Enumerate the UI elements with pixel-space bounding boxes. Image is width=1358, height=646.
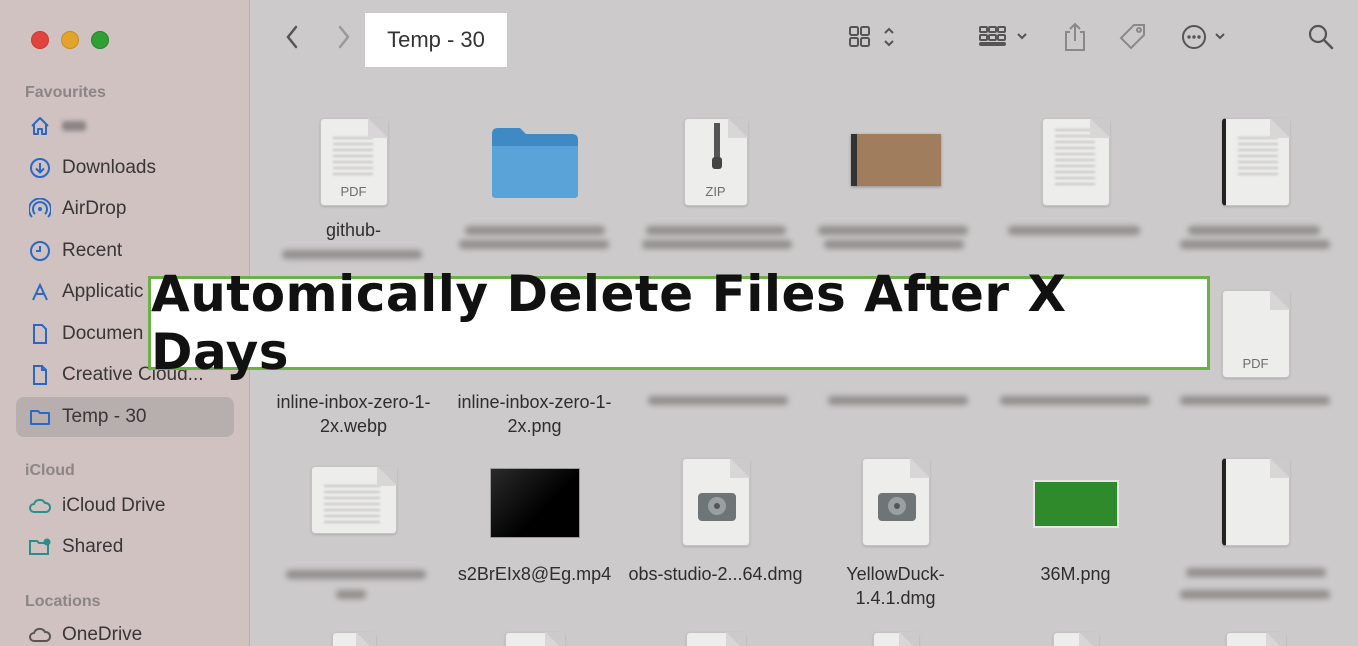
sidebar-item-shared[interactable]: Shared <box>16 527 234 567</box>
file-item[interactable] <box>1168 80 1343 270</box>
image-file-item[interactable]: 36M.png <box>988 450 1163 646</box>
file-item[interactable] <box>447 628 622 646</box>
share-button[interactable] <box>1060 22 1090 56</box>
folder-item[interactable] <box>447 80 622 270</box>
chevron-right-icon <box>336 24 352 55</box>
file-item[interactable] <box>988 628 1163 646</box>
sidebar-item-temp-30[interactable]: Temp - 30 <box>16 397 234 437</box>
file-item[interactable] <box>808 628 983 646</box>
image-thumbnail <box>1032 480 1119 528</box>
applications-icon <box>28 280 52 304</box>
file-item[interactable] <box>1168 628 1343 646</box>
folder-icon <box>490 124 580 205</box>
file-icon <box>28 363 52 387</box>
download-icon <box>28 156 52 180</box>
file-item[interactable]: PDF github- <box>266 80 441 270</box>
dmg-file-item[interactable]: obs-studio-2...64.dmg <box>628 450 803 646</box>
document-icon <box>310 466 397 534</box>
zoom-button[interactable] <box>91 31 109 49</box>
cloud-icon <box>28 494 52 518</box>
view-mode-button[interactable] <box>848 22 902 56</box>
sidebar-section-locations: Locations <box>25 593 101 610</box>
file-item[interactable] <box>628 628 803 646</box>
clock-icon <box>28 239 52 263</box>
pdf-file-icon: PDF <box>319 118 388 206</box>
file-name: inline-inbox-zero-1-2x.webp <box>276 392 431 436</box>
sidebar-item-onedrive[interactable]: OneDrive <box>16 615 234 646</box>
traffic-lights <box>31 31 109 49</box>
sidebar-item-label: Applicatic <box>62 281 144 302</box>
sidebar-item-label: Downloads <box>62 157 156 178</box>
airdrop-icon <box>28 197 52 221</box>
disk-image-icon <box>681 458 750 546</box>
folder-icon <box>28 405 52 429</box>
minimize-button[interactable] <box>61 31 79 49</box>
sidebar-item-home[interactable] <box>16 106 234 146</box>
file-name: s2BrEIx8@Eg.mp4 <box>457 564 612 584</box>
grid-view-icon <box>848 24 902 55</box>
group-icon <box>978 24 1032 55</box>
zip-file-item[interactable]: ZIP <box>628 80 803 270</box>
zip-file-icon: ZIP <box>683 118 748 206</box>
home-icon <box>28 114 52 138</box>
document-icon <box>1221 118 1290 206</box>
more-actions-button[interactable] <box>1178 22 1234 56</box>
sidebar-item-downloads[interactable]: Downloads <box>16 148 234 188</box>
sidebar-item-label: AirDrop <box>62 198 127 219</box>
cloud-icon <box>28 623 52 646</box>
ellipsis-circle-icon <box>1178 23 1234 56</box>
window-title: Temp - 30 <box>365 13 507 67</box>
close-button[interactable] <box>31 31 49 49</box>
back-button[interactable] <box>280 22 304 56</box>
sidebar-item-label: Temp - 30 <box>62 406 147 427</box>
sidebar-item-airdrop[interactable]: AirDrop <box>16 189 234 229</box>
file-name: YellowDuck-1.4.1.dmg <box>846 564 945 608</box>
file-item[interactable] <box>266 628 441 646</box>
shared-folder-icon <box>28 535 52 559</box>
file-name: 36M.png <box>1040 564 1111 584</box>
sidebar-section-favourites: Favourites <box>25 84 106 101</box>
forward-button[interactable] <box>332 22 356 56</box>
search-button[interactable] <box>1306 22 1336 56</box>
sidebar-item-label <box>62 121 86 131</box>
search-icon <box>1307 23 1335 56</box>
document-icon <box>1221 458 1290 546</box>
file-name: inline-inbox-zero-1-2x.png <box>457 392 612 436</box>
tag-button[interactable] <box>1116 22 1150 56</box>
file-name: obs-studio-2...64.dmg <box>628 564 803 584</box>
image-file-item[interactable] <box>808 80 983 270</box>
headline-text: Automically Delete Files After X Days <box>151 265 1067 381</box>
share-icon <box>1062 22 1088 57</box>
pdf-file-icon: PDF <box>1221 290 1290 378</box>
tag-icon <box>1118 22 1148 57</box>
video-file-item[interactable]: s2BrEIx8@Eg.mp4 <box>447 450 622 646</box>
dmg-file-item[interactable]: YellowDuck-1.4.1.dmg <box>808 450 983 646</box>
sidebar-section-icloud: iCloud <box>25 462 75 479</box>
file-item[interactable] <box>266 450 441 620</box>
group-button[interactable] <box>978 22 1032 56</box>
file-item[interactable] <box>988 80 1163 270</box>
sidebar-item-label: Shared <box>62 536 124 557</box>
headline-banner: Automically Delete Files After X Days <box>148 265 1210 381</box>
disk-image-icon <box>861 458 930 546</box>
file-item[interactable] <box>1168 450 1343 646</box>
image-thumbnail <box>850 134 941 186</box>
finder-window: Favourites Downloads AirDrop Recent Appl… <box>0 0 1358 646</box>
document-icon <box>28 322 52 346</box>
file-name: github- <box>325 220 382 240</box>
sidebar-item-icloud-drive[interactable]: iCloud Drive <box>16 486 234 526</box>
chevron-left-icon <box>284 24 300 55</box>
sidebar-item-label: Recent <box>62 240 123 261</box>
document-icon <box>1041 118 1110 206</box>
sidebar-item-label: Documen <box>62 323 144 344</box>
video-thumbnail <box>489 468 580 538</box>
sidebar-item-label: iCloud Drive <box>62 495 166 516</box>
sidebar-item-label: OneDrive <box>62 624 143 645</box>
